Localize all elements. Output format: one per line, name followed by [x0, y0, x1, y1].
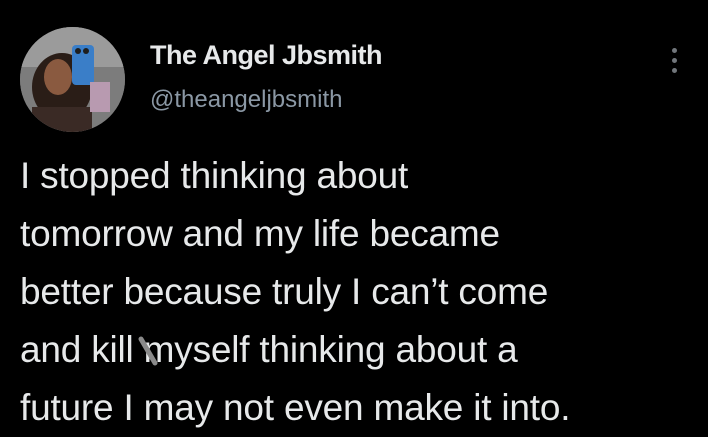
tweet-text: I stopped thinking about tomorrow and my…	[20, 155, 571, 428]
more-vertical-icon[interactable]	[662, 44, 686, 78]
avatar[interactable]	[20, 27, 125, 132]
tweet-card: The Angel Jbsmith @theangeljbsmith I sto…	[0, 0, 708, 432]
user-handle[interactable]: @theangeljbsmith	[150, 86, 342, 114]
display-name[interactable]: The Angel Jbsmith	[150, 40, 383, 71]
avatar-image	[20, 27, 125, 132]
